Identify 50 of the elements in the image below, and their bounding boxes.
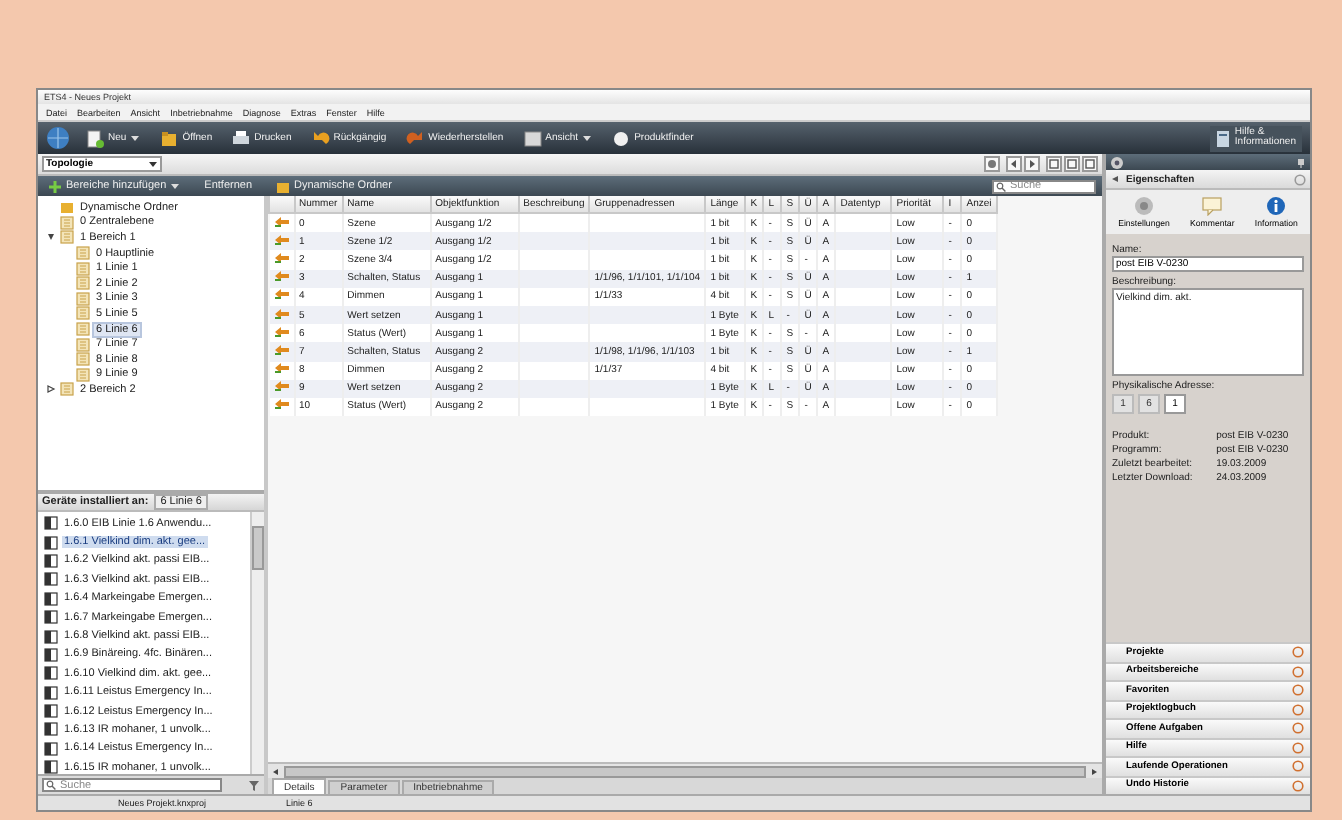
group-object-icon [273,343,289,356]
undo-icon [311,129,330,147]
pin-icon [1296,157,1306,167]
logo-icon [46,126,70,150]
group-object-icon [273,362,289,375]
circle-icon [1294,173,1306,185]
expander-icon[interactable] [46,232,56,243]
circle-icon [1292,646,1304,659]
group-object-icon [273,233,289,246]
printer-icon [232,129,251,147]
right-arrow-icon [1024,156,1040,172]
comment-icon [1202,196,1223,216]
scrollbar[interactable] [250,512,264,774]
caret-icon [148,160,158,168]
group-object-icon [273,398,289,411]
search-icon [46,780,56,790]
new-document-icon [86,129,104,147]
gear-icon [1110,155,1124,169]
group-object-icon [273,380,289,393]
group-object-icon [273,270,289,283]
book-icon [1216,129,1231,147]
circle-icon [1292,722,1304,735]
left-arrow-icon [272,767,280,775]
group-object-icon [273,251,289,264]
right-arrow-icon [1090,767,1098,775]
plus-icon [48,179,62,193]
group-object-icon [273,215,289,228]
help-icon [984,156,1000,172]
folder-icon [160,129,179,147]
expander-icon[interactable] [46,384,56,395]
circle-icon [1292,703,1304,716]
group-object-icon [273,325,289,338]
disc-icon [612,129,631,147]
collapse-icon [1110,174,1120,184]
horizontal-scrollbar[interactable] [268,762,1102,778]
folder-icon [276,179,291,193]
search-icon [996,181,1006,191]
circle-icon [1292,741,1304,754]
gear-icon [1133,196,1154,216]
redo-icon [406,129,425,147]
circle-icon [1292,665,1304,678]
circle-icon [1292,684,1304,697]
group-object-icon [273,307,289,320]
window-icon [523,129,542,147]
info-icon [1266,196,1287,216]
circle-icon [1292,760,1304,773]
circle-icon [1292,779,1304,792]
left-arrow-icon [1006,156,1022,172]
folder-icon [60,200,74,215]
group-object-icon [273,288,289,301]
